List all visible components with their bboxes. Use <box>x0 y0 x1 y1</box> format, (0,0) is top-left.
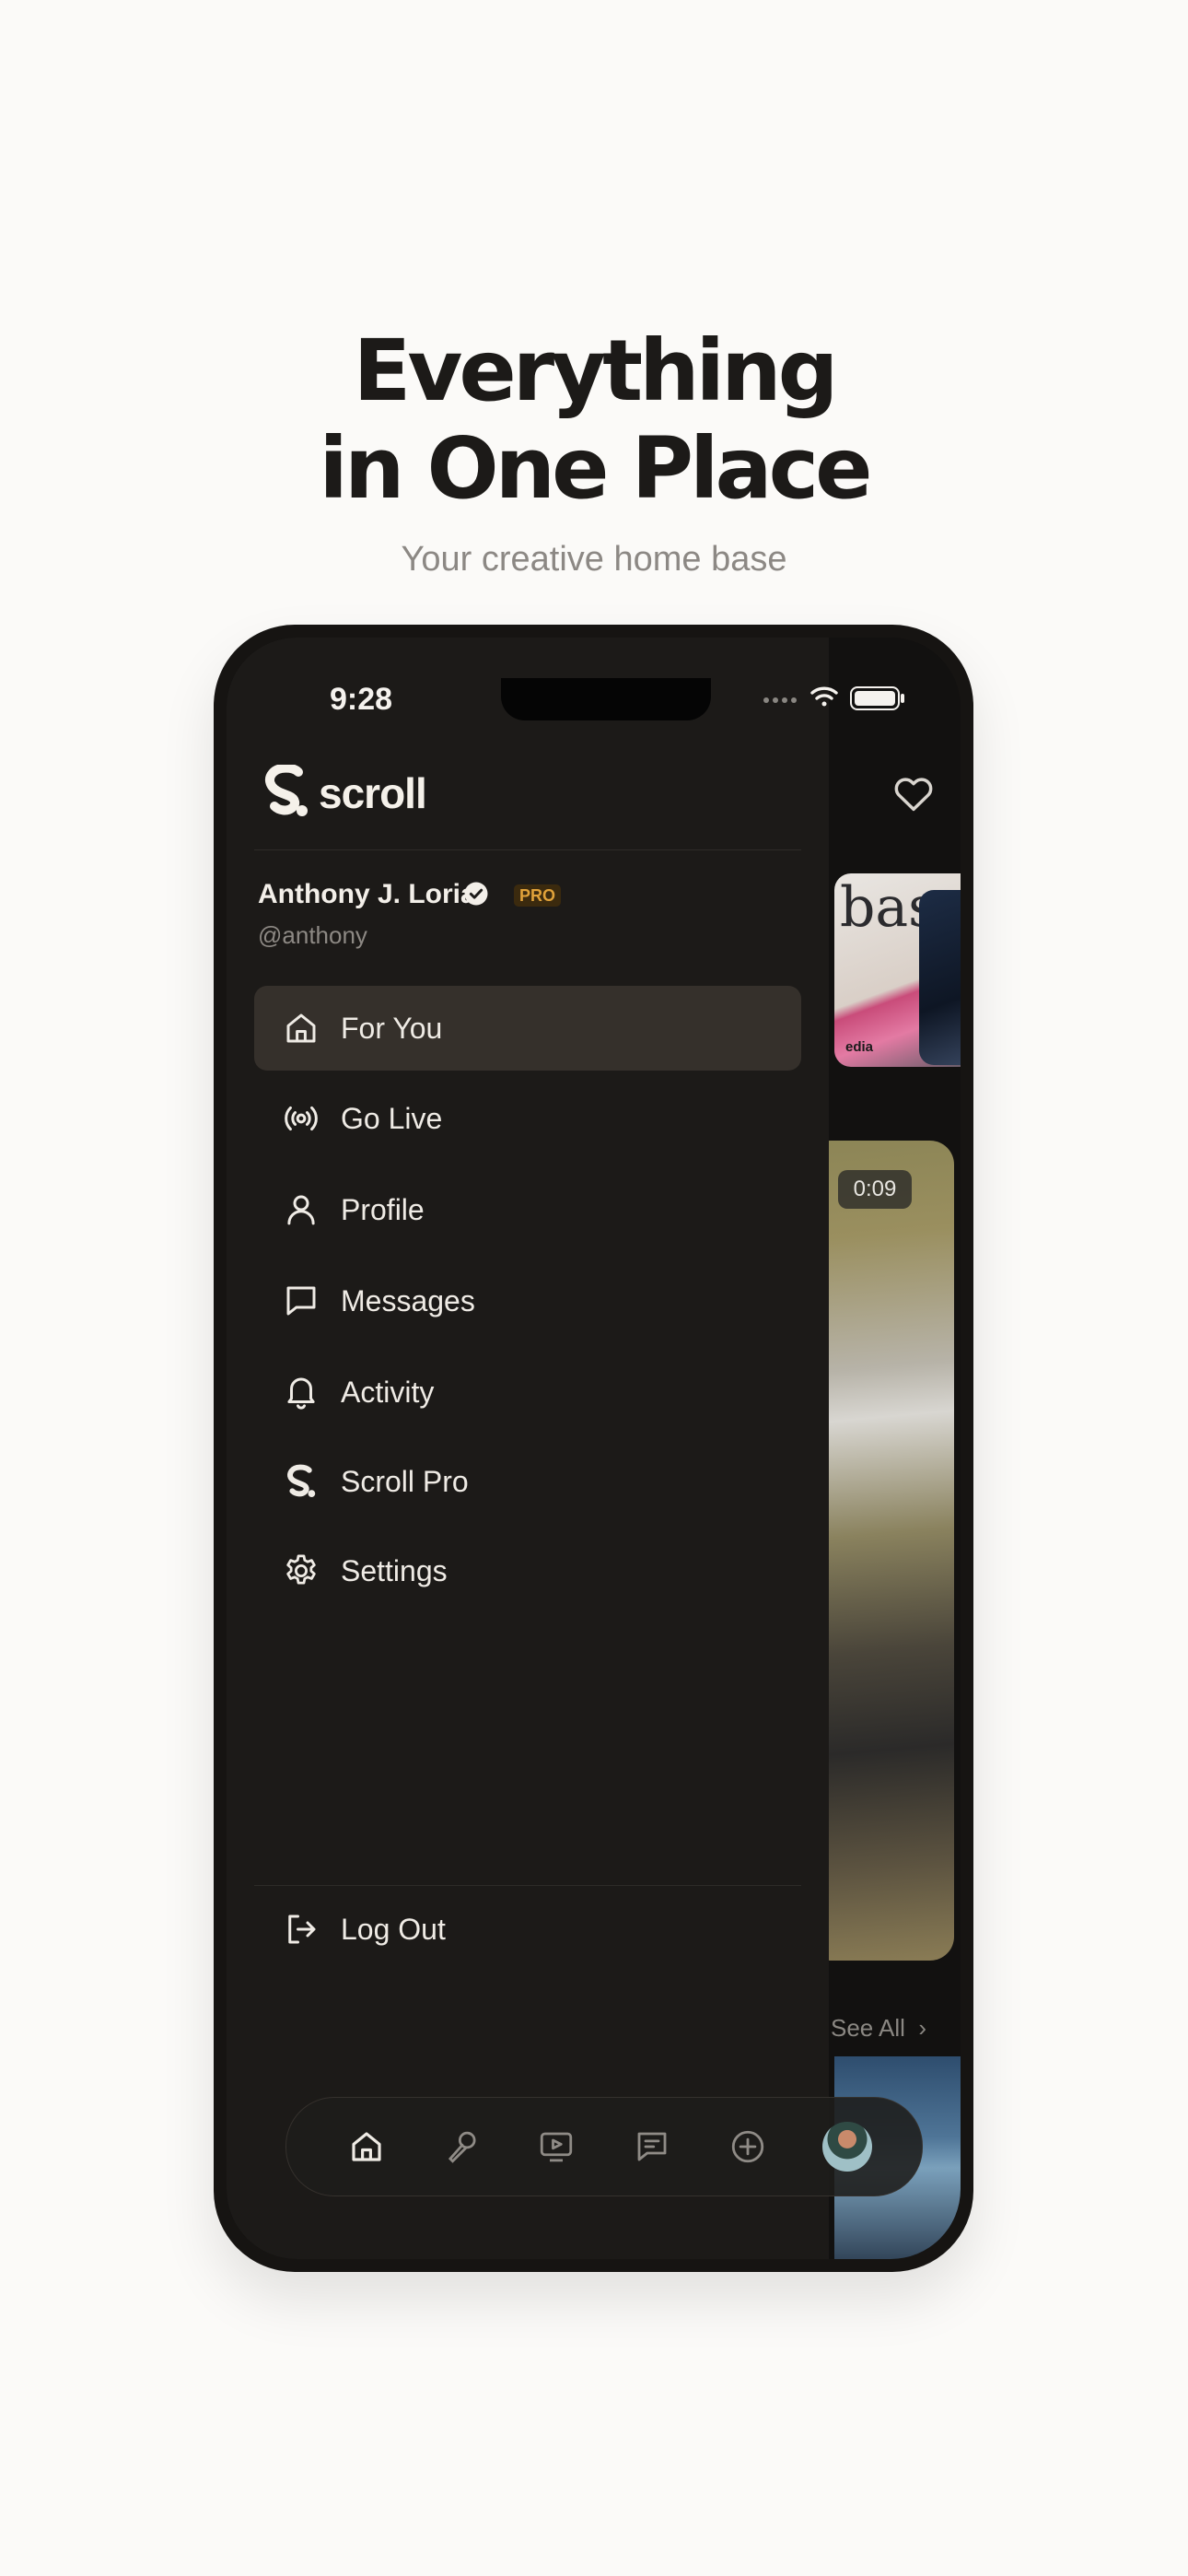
broadcast-icon <box>285 1106 318 1131</box>
video-duration-badge: 0:09 <box>838 1170 912 1209</box>
avatar[interactable] <box>822 2122 872 2172</box>
menu-item-settings[interactable]: Settings <box>254 1528 801 1613</box>
see-all-link[interactable]: See All › <box>831 2014 926 2043</box>
dynamic-island <box>501 678 711 720</box>
logout-icon <box>288 1914 316 1944</box>
brand-name: scroll <box>319 769 427 817</box>
gear-icon <box>286 1554 316 1585</box>
menu-item-messages[interactable]: Messages <box>254 1259 801 1343</box>
scroll-logo[interactable]: scroll <box>262 761 427 825</box>
wifi-icon <box>810 686 838 707</box>
menu-item-scroll-pro[interactable]: Scroll Pro <box>254 1439 801 1524</box>
menu-item-label: Go Live <box>341 1101 443 1135</box>
tab-bar <box>285 2097 923 2196</box>
navigation-drawer: 9:28 scroll Anthony J. Loria PRO @anthon… <box>227 638 829 2259</box>
status-icons <box>763 686 904 710</box>
home-icon[interactable] <box>347 2127 386 2166</box>
heart-icon[interactable] <box>890 768 938 816</box>
menu-item-label: Messages <box>341 1283 475 1317</box>
divider <box>254 1885 801 1886</box>
menu-item-go-live[interactable]: Go Live <box>254 1076 801 1161</box>
menu-item-label: Profile <box>341 1192 425 1226</box>
menu-item-profile[interactable]: Profile <box>254 1167 801 1252</box>
logout-button[interactable]: Log Out <box>254 1887 801 1972</box>
scroll-logo-icon <box>265 765 308 816</box>
scroll-logo-icon <box>287 1464 316 1497</box>
menu-item-activity[interactable]: Activity <box>254 1350 801 1434</box>
video-icon[interactable] <box>537 2127 576 2166</box>
headline-line-1: Everything <box>353 322 839 420</box>
mic-icon[interactable] <box>443 2127 482 2166</box>
verified-icon <box>464 882 488 906</box>
battery-icon <box>850 686 904 710</box>
message-icon <box>286 1286 316 1316</box>
menu-item-label: Settings <box>341 1553 448 1587</box>
menu-item-label: Activity <box>341 1375 435 1409</box>
user-handle: @anthony <box>258 921 367 949</box>
headline-line-2: in One Place <box>319 419 872 518</box>
phone-frame: bas edia 0:09 See All › 9:28 scroll Anth… <box>214 625 973 2272</box>
promo-subtitle: Your creative home base <box>401 540 787 579</box>
secondary-thumbnail[interactable] <box>919 890 961 1065</box>
divider <box>254 849 801 850</box>
status-time: 9:28 <box>330 682 393 717</box>
signal-dots-icon <box>763 697 797 703</box>
menu-item-label: For You <box>341 1011 443 1045</box>
promo-headline: Everything in One Place <box>0 322 1188 518</box>
add-icon[interactable] <box>728 2127 767 2166</box>
see-all-label: See All <box>831 2014 905 2042</box>
user-name[interactable]: Anthony J. Loria <box>258 879 476 910</box>
magazine-footer-text: edia <box>845 1039 874 1055</box>
menu-item-label: Scroll Pro <box>341 1464 469 1498</box>
chevron-right-icon: › <box>912 2014 927 2042</box>
logout-label: Log Out <box>341 1912 446 1946</box>
person-icon <box>287 1195 315 1225</box>
chat-icon[interactable] <box>633 2127 671 2166</box>
phone-screen: bas edia 0:09 See All › 9:28 scroll Anth… <box>227 638 961 2259</box>
home-icon <box>286 1013 316 1043</box>
video-card[interactable] <box>807 1141 954 1961</box>
bell-icon <box>287 1377 315 1410</box>
menu-item-for-you[interactable]: For You <box>254 986 801 1071</box>
pro-badge: PRO <box>514 884 562 907</box>
